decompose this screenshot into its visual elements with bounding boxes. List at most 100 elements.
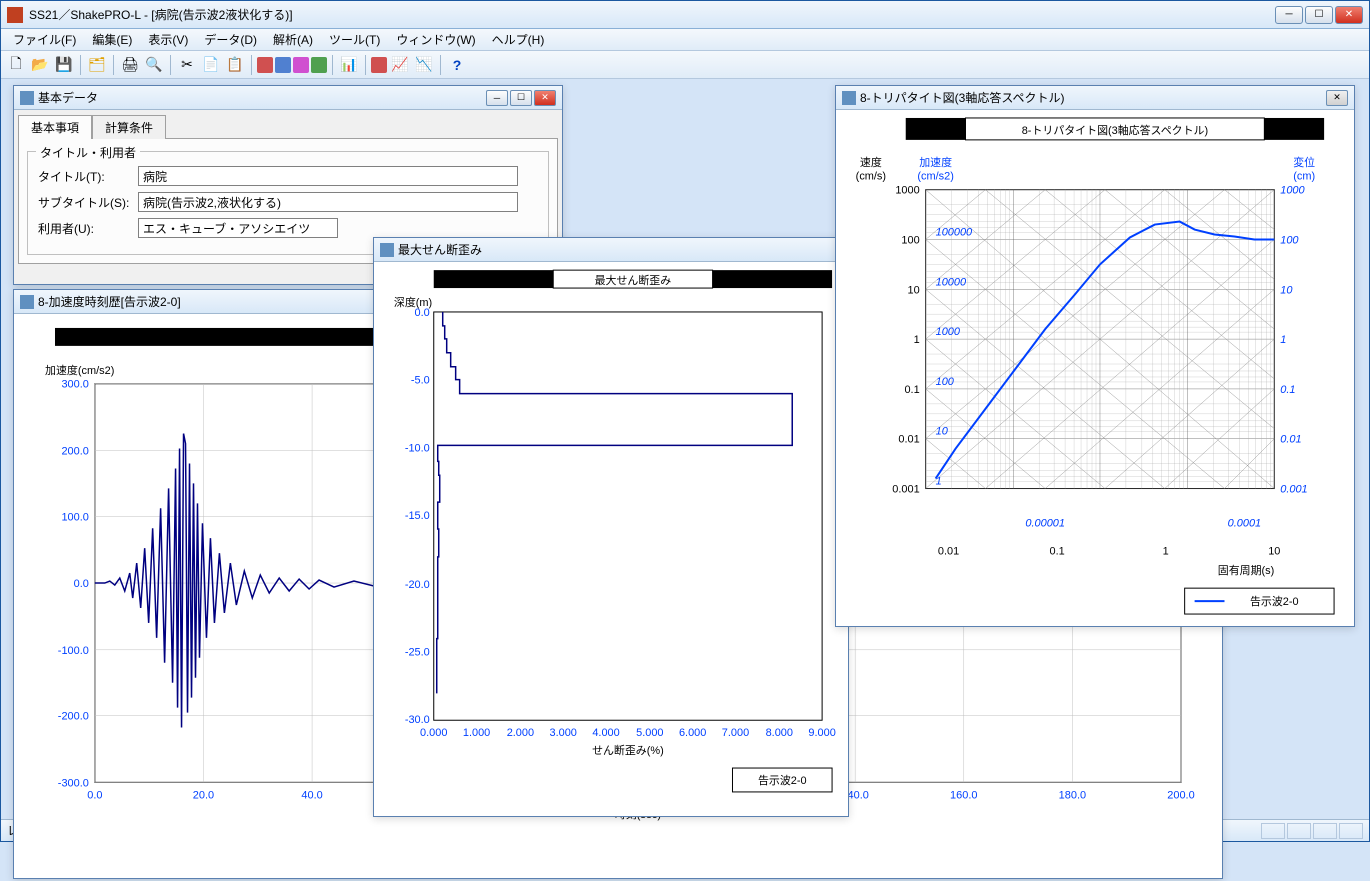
child-minimize-button[interactable]: ─ — [486, 90, 508, 106]
tool2-icon[interactable] — [275, 57, 291, 73]
svg-text:0.01: 0.01 — [938, 545, 959, 557]
svg-text:10: 10 — [908, 284, 920, 296]
svg-text:1.000: 1.000 — [463, 727, 490, 739]
svg-text:加速度: 加速度 — [919, 155, 952, 169]
menu-view[interactable]: 表示(V) — [140, 29, 196, 50]
child-close-button[interactable]: ✕ — [534, 90, 556, 106]
svg-text:10: 10 — [1280, 284, 1292, 296]
copy-icon[interactable]: 📄 — [200, 54, 222, 76]
main-titlebar[interactable]: SS21／ShakePRO-L - [病院(告示波2液状化する)] ─ ☐ ✕ — [1, 1, 1369, 29]
svg-text:-5.0: -5.0 — [411, 375, 430, 387]
svg-text:-20.0: -20.0 — [405, 579, 430, 591]
svg-text:8.000: 8.000 — [766, 727, 793, 739]
subtitle-input[interactable] — [138, 192, 518, 212]
svg-text:100000: 100000 — [936, 227, 973, 239]
app-icon — [7, 7, 23, 23]
child-close-button[interactable]: ✕ — [1326, 90, 1348, 106]
svg-text:10000: 10000 — [936, 276, 966, 288]
svg-text:最大せん断歪み: 最大せん断歪み — [595, 273, 672, 287]
status-panel — [1339, 823, 1363, 839]
svg-text:-25.0: -25.0 — [405, 647, 430, 659]
svg-text:(cm/s): (cm/s) — [856, 171, 886, 183]
svg-text:9.000: 9.000 — [808, 727, 835, 739]
chart-icon — [380, 243, 394, 257]
tri-window[interactable]: 8-トリパタイト図(3軸応答スペクトル) ✕ 8-トリパタイト図(3軸応答スペク… — [835, 85, 1355, 627]
svg-text:-200.0: -200.0 — [58, 711, 89, 723]
menu-tool[interactable]: ツール(T) — [321, 29, 388, 50]
svg-text:100.0: 100.0 — [61, 511, 88, 523]
menu-file[interactable]: ファイル(F) — [5, 29, 84, 50]
shear-chart-area: 最大せん断歪み 深度(m) 0.0 -5.0 -10.0 -15.0 -20.0… — [374, 262, 848, 816]
svg-text:100: 100 — [1280, 234, 1298, 246]
tri-titlebar[interactable]: 8-トリパタイト図(3軸応答スペクトル) ✕ — [836, 86, 1354, 110]
tab-row: 基本事項 計算条件 — [14, 110, 562, 138]
cut-icon[interactable]: ✂ — [176, 54, 198, 76]
user-input[interactable] — [138, 218, 338, 238]
shear-window-title: 最大せん断歪み — [398, 241, 842, 258]
open-icon[interactable]: 📂 — [29, 54, 51, 76]
svg-text:10: 10 — [1268, 545, 1280, 557]
shear-window[interactable]: 最大せん断歪み 最大せん断歪み 深度(m) 0.0 -5.0 -10.0 -15… — [373, 237, 849, 817]
svg-text:2.000: 2.000 — [507, 727, 534, 739]
svg-text:速度: 速度 — [860, 155, 882, 169]
svg-text:0.01: 0.01 — [1280, 434, 1301, 446]
close-button[interactable]: ✕ — [1335, 6, 1363, 24]
print-icon[interactable]: 🖨 — [119, 54, 141, 76]
save-icon[interactable]: 💾 — [53, 54, 75, 76]
group-title: タイトル・利用者 — [36, 144, 140, 161]
svg-text:100: 100 — [936, 376, 954, 388]
svg-text:0.0: 0.0 — [74, 578, 89, 590]
svg-text:せん断歪み(%): せん断歪み(%) — [592, 743, 664, 757]
svg-text:1000: 1000 — [895, 185, 919, 197]
svg-text:1000: 1000 — [936, 326, 960, 338]
form-icon — [20, 91, 34, 105]
svg-text:200.0: 200.0 — [61, 446, 88, 458]
tool6-icon[interactable] — [371, 57, 387, 73]
menu-window[interactable]: ウィンドウ(W) — [388, 29, 483, 50]
toolbar: 🗋 📂 💾 🗂 🖨 🔍 ✂ 📄 📋 📊 📈 📉 ? — [1, 51, 1369, 79]
svg-text:200.0: 200.0 — [1167, 789, 1194, 801]
paste-icon[interactable]: 📋 — [224, 54, 246, 76]
svg-text:(cm/s2): (cm/s2) — [917, 171, 953, 183]
child-maximize-button[interactable]: ☐ — [510, 90, 532, 106]
svg-text:(cm): (cm) — [1293, 171, 1315, 183]
menu-help[interactable]: ヘルプ(H) — [484, 29, 553, 50]
preview-icon[interactable]: 🔍 — [143, 54, 165, 76]
chart-icon — [20, 295, 34, 309]
menu-analysis[interactable]: 解析(A) — [265, 29, 321, 50]
menu-edit[interactable]: 編集(E) — [84, 29, 140, 50]
svg-text:1: 1 — [914, 334, 920, 346]
svg-text:0.00001: 0.00001 — [1025, 517, 1065, 529]
tool4-icon[interactable] — [311, 57, 327, 73]
folder-icon[interactable]: 🗂 — [86, 54, 108, 76]
svg-text:0.0: 0.0 — [415, 307, 430, 319]
svg-text:-30.0: -30.0 — [405, 714, 430, 726]
svg-text:-300.0: -300.0 — [58, 777, 89, 789]
tool3-icon[interactable] — [293, 57, 309, 73]
minimize-button[interactable]: ─ — [1275, 6, 1303, 24]
title-input[interactable] — [138, 166, 518, 186]
status-panel — [1287, 823, 1311, 839]
svg-text:0.000: 0.000 — [420, 727, 447, 739]
svg-text:0.1: 0.1 — [1280, 384, 1295, 396]
svg-text:20.0: 20.0 — [193, 789, 214, 801]
tool5-icon[interactable]: 📊 — [338, 54, 360, 76]
tri-window-title: 8-トリパタイト図(3軸応答スペクトル) — [860, 89, 1326, 106]
maximize-button[interactable]: ☐ — [1305, 6, 1333, 24]
svg-text:40.0: 40.0 — [301, 789, 322, 801]
tab-basic[interactable]: 基本事項 — [18, 115, 92, 139]
tool7-icon[interactable]: 📈 — [389, 54, 411, 76]
svg-text:告示波2-0: 告示波2-0 — [758, 774, 807, 787]
svg-text:-15.0: -15.0 — [405, 510, 430, 522]
menu-data[interactable]: データ(D) — [196, 29, 265, 50]
shear-titlebar[interactable]: 最大せん断歪み — [374, 238, 848, 262]
svg-text:変位: 変位 — [1293, 155, 1315, 169]
new-icon[interactable]: 🗋 — [5, 54, 27, 76]
tool1-icon[interactable] — [257, 57, 273, 73]
help-icon[interactable]: ? — [446, 54, 468, 76]
tool8-icon[interactable]: 📉 — [413, 54, 435, 76]
tab-calc[interactable]: 計算条件 — [92, 115, 166, 139]
svg-text:6.000: 6.000 — [679, 727, 706, 739]
svg-text:100: 100 — [901, 234, 919, 246]
basic-data-titlebar[interactable]: 基本データ ─ ☐ ✕ — [14, 86, 562, 110]
